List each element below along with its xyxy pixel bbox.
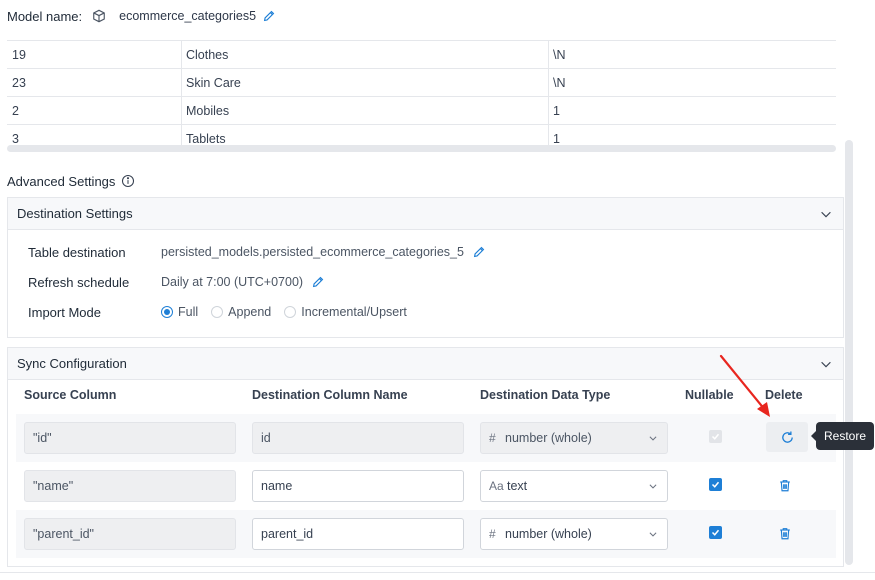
import-mode-radio-group: Full Append Incremental/Upsert <box>161 305 420 319</box>
table-row: 23 Skin Care \N <box>7 69 836 97</box>
refresh-schedule-value: Daily at 7:00 (UTC+0700) <box>161 275 304 289</box>
table-cell: 23 <box>7 69 182 97</box>
model-name-label: Model name: <box>7 8 83 24</box>
info-icon[interactable] <box>121 174 135 188</box>
cube-icon <box>92 9 106 23</box>
chevron-down-icon[interactable] <box>819 357 833 371</box>
destination-settings-panel: Destination Settings Table destination p… <box>7 197 844 338</box>
nullable-checkbox <box>709 430 722 443</box>
sync-configuration-title: Sync Configuration <box>17 356 127 371</box>
table-cell: \N <box>553 76 566 90</box>
nullable-checkbox[interactable] <box>709 478 722 491</box>
number-type-icon: # <box>489 527 496 541</box>
destination-settings-header[interactable]: Destination Settings <box>8 198 843 230</box>
destination-column-name-input[interactable]: name <box>252 470 464 502</box>
sync-row-id: "id" id # number (whole) <box>16 414 836 462</box>
destination-data-type-header: Destination Data Type <box>480 388 611 402</box>
destination-settings-title: Destination Settings <box>17 206 133 221</box>
destination-data-type-select[interactable]: Aa text <box>480 470 668 502</box>
restore-button[interactable] <box>766 422 808 452</box>
table-destination-row: Table destination persisted_models.persi… <box>28 242 486 262</box>
table-cell: Skin Care <box>182 69 549 97</box>
import-mode-full-radio[interactable]: Full <box>161 305 198 319</box>
destination-column-name-field: id <box>252 422 464 454</box>
table-cell: \N <box>553 48 566 62</box>
nullable-checkbox[interactable] <box>709 526 722 539</box>
advanced-settings-title: Advanced Settings <box>7 172 135 190</box>
table-cell: 1 <box>553 104 560 118</box>
import-mode-append-radio[interactable]: Append <box>211 305 271 319</box>
text-type-icon: Aa <box>489 479 504 493</box>
edit-refresh-schedule-icon[interactable] <box>311 275 325 289</box>
source-column-field: "name" <box>24 470 236 502</box>
sync-row-parent-id: "parent_id" parent_id # number (whole) <box>16 510 836 558</box>
page-vertical-scrollbar[interactable] <box>845 140 853 565</box>
destination-data-type-select: # number (whole) <box>480 422 668 454</box>
restore-tooltip: Restore <box>811 422 874 450</box>
bottom-divider <box>0 572 875 573</box>
annotation-arrow-icon <box>719 354 770 417</box>
source-column-field: "parent_id" <box>24 518 236 550</box>
source-column-header: Source Column <box>24 388 117 402</box>
import-mode-incremental-label: Incremental/Upsert <box>301 305 407 319</box>
radio-unselected-icon[interactable] <box>284 306 297 318</box>
table-cell: Mobiles <box>182 97 549 125</box>
model-name-value: ecommerce_categories5 <box>119 9 257 23</box>
refresh-schedule-label: Refresh schedule <box>28 274 130 290</box>
radio-selected-icon[interactable] <box>161 306 173 318</box>
import-mode-incremental-radio[interactable]: Incremental/Upsert <box>284 305 407 319</box>
edit-model-name-icon[interactable] <box>262 9 276 23</box>
model-name-bar: Model name: ecommerce_categories5 <box>7 6 276 26</box>
table-cell: 2 <box>7 97 182 125</box>
trash-icon[interactable] <box>778 478 794 494</box>
destination-column-name-header: Destination Column Name <box>252 388 408 402</box>
import-mode-label: Import Mode <box>28 304 101 320</box>
sync-row-name: "name" name Aa text <box>16 462 836 510</box>
table-cell: 19 <box>7 41 182 69</box>
destination-data-type-select[interactable]: # number (whole) <box>480 518 668 550</box>
number-type-icon: # <box>489 431 496 445</box>
chevron-down-icon[interactable] <box>645 471 661 501</box>
advanced-settings-label: Advanced Settings <box>7 173 116 189</box>
import-mode-append-label: Append <box>228 305 272 319</box>
chevron-down-icon[interactable] <box>819 207 833 221</box>
table-destination-value: persisted_models.persisted_ecommerce_cat… <box>161 245 464 259</box>
restore-icon[interactable] <box>780 430 795 445</box>
data-preview-table: 19 Clothes \N 23 Skin Care \N 2 Mobiles … <box>7 40 836 152</box>
radio-unselected-icon[interactable] <box>211 306 224 318</box>
edit-table-destination-icon[interactable] <box>472 245 486 259</box>
table-row: 19 Clothes \N <box>7 41 836 69</box>
chevron-down-icon[interactable] <box>645 519 661 549</box>
data-type-value: text <box>507 479 528 493</box>
import-mode-row: Import Mode Full Append Incremental/Upse… <box>28 302 420 322</box>
data-type-value: number (whole) <box>505 527 592 541</box>
chevron-down-icon <box>645 423 661 453</box>
table-row: 2 Mobiles 1 <box>7 97 836 125</box>
import-mode-full-label: Full <box>178 305 199 319</box>
refresh-schedule-row: Refresh schedule Daily at 7:00 (UTC+0700… <box>28 272 325 292</box>
destination-column-name-input[interactable]: parent_id <box>252 518 464 550</box>
data-type-value: number (whole) <box>505 431 592 445</box>
trash-icon[interactable] <box>778 526 794 542</box>
source-column-field: "id" <box>24 422 236 454</box>
table-destination-label: Table destination <box>28 244 126 260</box>
table-cell: Clothes <box>182 41 549 69</box>
preview-horizontal-scrollbar[interactable] <box>7 145 836 152</box>
